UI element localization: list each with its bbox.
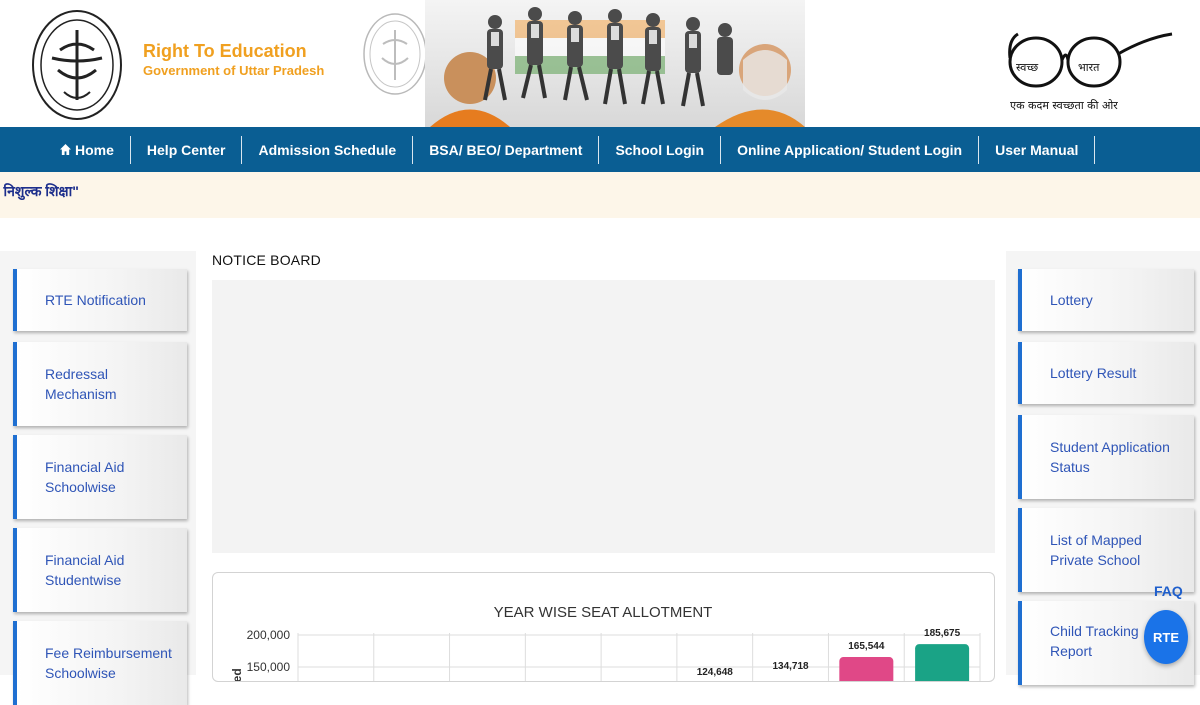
sidebar-item-label: Financial Aid [45, 459, 125, 475]
nav-item-user-manual[interactable]: User Manual [979, 127, 1096, 172]
swachh-bharat-logo: स्वच्छ भारत एक कदम स्वच्छता की ओर [1006, 20, 1176, 120]
ticker-text[interactable]: " निशुल्क शिक्षा" [0, 182, 79, 201]
brand-title: Right To Education [143, 41, 307, 61]
sidebar-item-label-line2: Studentwise [45, 572, 122, 588]
sidebar-item-list-of-mapped-private-school[interactable]: List of Mapped Private School [1018, 508, 1194, 592]
sidebar-item-label: Redressal [45, 366, 109, 382]
up-govt-emblem-faded-icon [363, 13, 427, 95]
nav-item-admission-schedule[interactable]: Admission Schedule [242, 127, 414, 172]
chart-data-label: 165,544 [848, 641, 885, 652]
swachh-tagline: एक कदम स्वच्छता की ओर [1010, 99, 1118, 112]
sidebar-item-label-line2: Status [1050, 459, 1090, 475]
sidebar-item-label: Lottery [1050, 292, 1093, 308]
sidebar-item-student-application-status[interactable]: Student Application Status [1018, 415, 1194, 499]
nav-item-school-login[interactable]: School Login [599, 127, 722, 172]
sidebar-item-label-line2: Schoolwise [45, 665, 116, 681]
up-govt-emblem-icon [32, 10, 122, 120]
nav-link-bsa-beo-department[interactable]: BSA/ BEO/ Department [413, 142, 598, 158]
swachh-right-label: भारत [1078, 61, 1100, 74]
seat-allotment-chart: YEAR WISE SEAT ALLOTMENT200,000150,000Al… [230, 604, 981, 705]
sidebar-item-lottery-result[interactable]: Lottery Result [1018, 342, 1194, 404]
chart-data-label: 185,675 [924, 628, 961, 639]
brand-subtitle: Government of Uttar Pradesh [143, 63, 325, 78]
swachh-left-label: स्वच्छ [1016, 61, 1039, 74]
sidebar-item-rte-notification[interactable]: RTE Notification [13, 269, 187, 331]
chart-data-label: 134,718 [772, 661, 809, 672]
sidebar-item-label-line2: Report [1050, 643, 1093, 659]
nav-link-help-center[interactable]: Help Center [131, 142, 242, 158]
nav-link-school-login[interactable]: School Login [599, 142, 720, 158]
sidebar-item-label: Student Application [1050, 439, 1170, 455]
sidebar-item-label-line2: Private School [1050, 552, 1141, 568]
chart-data-label: 124,648 [697, 667, 734, 678]
students-banner-image [425, 0, 805, 127]
nav-item-bsa-beo-department[interactable]: BSA/ BEO/ Department [413, 127, 600, 172]
chart-title: YEAR WISE SEAT ALLOTMENT [494, 604, 713, 621]
site-header: Right To Education Government of Uttar P… [0, 0, 1200, 127]
sidebar-item-label-line2: Mechanism [45, 386, 117, 402]
faq-link[interactable]: FAQ [1154, 583, 1183, 599]
brand-block: Right To Education Government of Uttar P… [143, 40, 324, 80]
sidebar-item-lottery[interactable]: Lottery [1018, 269, 1194, 331]
notice-board-panel [212, 280, 995, 553]
sidebar-item-label-line2: Schoolwise [45, 479, 116, 495]
sidebar-item-financial-aid-schoolwise[interactable]: Financial Aid Schoolwise [13, 435, 187, 519]
sidebar-item-label: Child Tracking [1050, 623, 1139, 639]
home-icon [60, 144, 71, 155]
sidebar-item-redressal-mechanism[interactable]: Redressal Mechanism [13, 342, 187, 426]
sidebar-item-label: RTE Notification [45, 292, 146, 308]
nav-link-home[interactable]: Home [44, 142, 130, 158]
chart-ytick-label: 200,000 [247, 628, 291, 642]
sidebar-item-label: Fee Reimbursement [45, 645, 172, 661]
seat-allotment-chart-card: YEAR WISE SEAT ALLOTMENT200,000150,000Al… [212, 572, 995, 705]
sidebar-item-label: List of Mapped [1050, 532, 1142, 548]
nav-link-admission-schedule[interactable]: Admission Schedule [242, 142, 412, 158]
nav-link-user-manual[interactable]: User Manual [979, 142, 1094, 158]
main-navbar: Home Help Center Admission Schedule BSA/… [0, 127, 1200, 172]
sidebar-item-financial-aid-studentwise[interactable]: Financial Aid Studentwise [13, 528, 187, 612]
nav-item-online-application[interactable]: Online Application/ Student Login [721, 127, 980, 172]
nav-link-online-application[interactable]: Online Application/ Student Login [721, 142, 978, 158]
chart-bar [915, 644, 970, 685]
nav-item-help-center[interactable]: Help Center [131, 127, 243, 172]
nav-divider [1094, 135, 1096, 164]
chart-bar [839, 657, 894, 685]
news-ticker: " निशुल्क शिक्षा" [0, 172, 1200, 218]
left-sidebar: RTE Notification Redressal Mechanism Fina… [0, 251, 196, 705]
nav-label-home: Home [75, 141, 114, 158]
nav-item-home[interactable]: Home [44, 127, 131, 172]
rte-chat-button[interactable]: RTE [1144, 610, 1188, 664]
notice-board-title: NOTICE BOARD [212, 252, 321, 268]
sidebar-item-label: Lottery Result [1050, 365, 1137, 381]
sidebar-item-fee-reimbursement-schoolwise[interactable]: Fee Reimbursement Schoolwise [13, 621, 187, 705]
chart-ytick-label: 150,000 [247, 660, 291, 674]
sidebar-item-label: Financial Aid [45, 552, 125, 568]
